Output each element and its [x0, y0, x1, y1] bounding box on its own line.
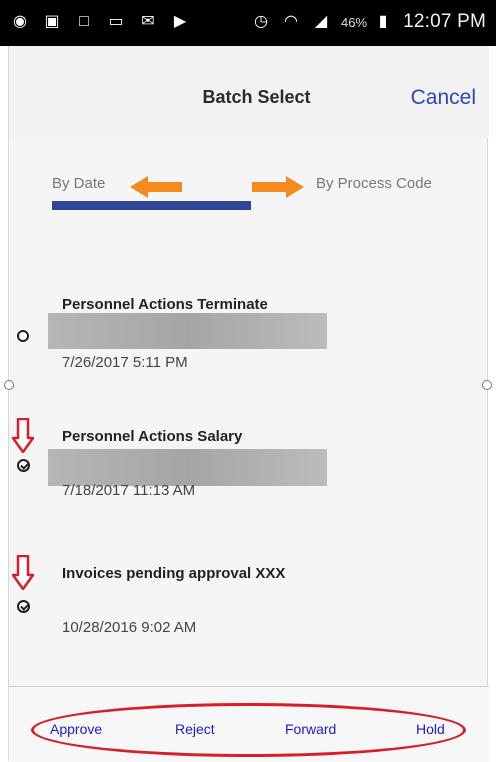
- item-time: 7/18/2017 11:13 AM: [62, 482, 196, 499]
- page-title: Batch Select: [202, 87, 311, 107]
- tab-by-date[interactable]: By Date: [52, 175, 105, 192]
- selected-check-circle-icon[interactable]: [17, 600, 30, 613]
- alarm-icon: ◉: [13, 13, 27, 30]
- screen-frame: ◉ ▣ □ ▭ ✉ ▶ ◷ ◠ ◢ 46% ▮ 12:07 PM Batch S…: [0, 0, 496, 762]
- orange-right-arrow-icon: [252, 176, 304, 198]
- tab-by-process-code[interactable]: By Process Code: [316, 175, 432, 192]
- square-icon: □: [79, 13, 89, 30]
- batch-action-bar: Approve Reject Forward Hold: [9, 686, 489, 762]
- orange-left-arrow-icon: [130, 176, 182, 198]
- batch-select-screen: Batch Select Cancel By Date By Process C…: [4, 46, 492, 762]
- batch-item-list: Personnel Actions Terminate 7/26/2017 5:…: [9, 292, 489, 687]
- item-title: Invoices pending approval XXX: [62, 565, 286, 582]
- active-tab-indicator: [52, 201, 251, 210]
- status-bar: ◉ ▣ □ ▭ ✉ ▶ ◷ ◠ ◢ 46% ▮ 12:07 PM: [0, 0, 496, 46]
- image-icon: ▣: [44, 13, 60, 30]
- signal-icon: ◢: [314, 13, 328, 30]
- forward-button[interactable]: Forward: [285, 721, 336, 737]
- redacted-description: [48, 449, 327, 486]
- alarm-clock-icon: ◷: [254, 13, 269, 30]
- status-time: 12:07 PM: [403, 11, 486, 32]
- mail-icon: ✉: [141, 13, 155, 30]
- item-time: 7/26/2017 5:11 PM: [62, 354, 188, 371]
- item-title: Personnel Actions Salary: [62, 428, 243, 445]
- top-header: Batch Select Cancel: [9, 46, 489, 138]
- selected-check-circle-icon[interactable]: [17, 459, 30, 472]
- system-status: ◷ ◠ ◢ 46% ▮ 12:07 PM: [251, 8, 486, 36]
- reject-button[interactable]: Reject: [175, 721, 215, 737]
- hold-button[interactable]: Hold: [416, 721, 445, 737]
- notification-icons: ◉ ▣ □ ▭ ✉ ▶: [10, 8, 190, 36]
- list-item[interactable]: Personnel Actions Terminate 7/26/2017 5:…: [9, 292, 489, 412]
- list-item[interactable]: Invoices pending approval XXX 10/28/2016…: [9, 565, 489, 685]
- approve-button[interactable]: Approve: [50, 721, 102, 737]
- wifi-icon: ◠: [284, 13, 299, 30]
- list-item[interactable]: Personnel Actions Salary 7/18/2017 11:13…: [9, 428, 489, 548]
- battery-icon: ▮: [378, 13, 388, 30]
- battery-percent: 46%: [341, 14, 368, 30]
- play-icon: ▶: [173, 13, 187, 30]
- cancel-button[interactable]: Cancel: [411, 86, 476, 110]
- redacted-description: [48, 313, 327, 349]
- item-title: Personnel Actions Terminate: [62, 296, 268, 313]
- item-time: 10/28/2016 9:02 AM: [62, 619, 197, 636]
- sort-tabs: By Date By Process Code: [9, 164, 489, 224]
- message-icon: ▭: [108, 13, 124, 30]
- unselected-radio-icon[interactable]: [17, 330, 29, 342]
